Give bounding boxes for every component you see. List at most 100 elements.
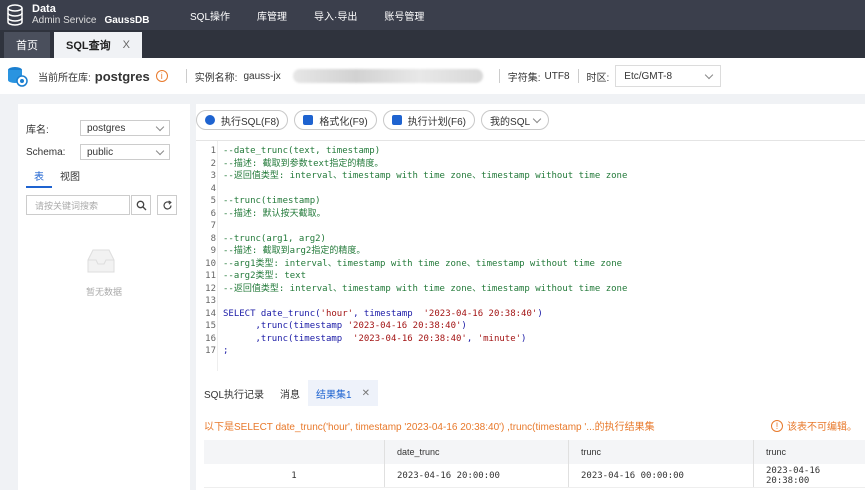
tab-messages[interactable]: 消息 bbox=[272, 380, 308, 406]
refresh-button[interactable] bbox=[157, 195, 177, 215]
code-token: ; bbox=[223, 346, 229, 356]
code-token: ,trunc(timestamp bbox=[223, 321, 348, 331]
line-number: 1 bbox=[210, 146, 216, 156]
object-tabs: 表 视图 bbox=[26, 168, 88, 188]
code-text: --描述: 截取到参数text指定的精度。 bbox=[223, 158, 383, 170]
code-text: --trunc(timestamp) bbox=[223, 195, 321, 207]
info-warning-icon[interactable]: i bbox=[155, 70, 168, 82]
nav-import-export[interactable]: 导入·导出 bbox=[314, 8, 357, 23]
tab-close-icon[interactable]: X bbox=[123, 39, 130, 51]
connection-info-bar: 当前所在库: postgres i 实例名称: gauss-jx 字符集: UT… bbox=[0, 58, 865, 94]
refresh-icon bbox=[162, 199, 172, 209]
line-number: 13 bbox=[205, 296, 216, 306]
readonly-notice: ! 该表不可编辑。 bbox=[771, 418, 857, 433]
execute-sql-label: 执行SQL(F8) bbox=[221, 116, 280, 128]
sql-editor[interactable]: 1 --date_trunc(text, timestamp) 2 --描述: 截取到… bbox=[196, 140, 865, 371]
tab-home-label: 首页 bbox=[16, 40, 38, 52]
line-number: 6 bbox=[210, 208, 216, 219]
db-select-value: postgres bbox=[87, 122, 126, 134]
code-text: --arg2类型: text bbox=[223, 270, 306, 282]
line-number: 15 bbox=[205, 321, 216, 331]
result-tabs: SQL执行记录 消息 结果集1 ✕ bbox=[196, 380, 378, 406]
current-db-label: 当前所在库: bbox=[38, 72, 91, 84]
line-number: 9 bbox=[210, 246, 216, 256]
code-token: SELECT bbox=[223, 308, 256, 319]
divider bbox=[185, 69, 187, 83]
schema-select[interactable]: public bbox=[80, 144, 170, 160]
cell-trunc-2[interactable]: 2023-04-16 20:38:00 bbox=[753, 464, 865, 487]
tab-sql-history[interactable]: SQL执行记录 bbox=[196, 380, 272, 406]
instance-name: gauss-jx bbox=[243, 70, 281, 82]
line-number: 17 bbox=[205, 346, 216, 356]
table-header: date_trunc trunc trunc bbox=[204, 440, 865, 464]
header-trunc[interactable]: trunc bbox=[568, 440, 753, 464]
tab-tables[interactable]: 表 bbox=[26, 168, 52, 188]
tab-sql-query-label: SQL查询 bbox=[66, 40, 111, 52]
code-text: --trunc(arg1, arg2) bbox=[223, 233, 326, 245]
code-text: --arg1类型: interval、timestamp with time z… bbox=[223, 258, 622, 270]
empty-inbox-icon bbox=[87, 249, 115, 273]
code-token: ) bbox=[521, 333, 527, 344]
readonly-text: 该表不可编辑。 bbox=[787, 422, 857, 433]
tab-messages-label: 消息 bbox=[280, 389, 301, 401]
object-search-input[interactable]: 请按关键词搜索 bbox=[26, 195, 130, 215]
db-select-row: 库名: postgres bbox=[26, 120, 170, 136]
execute-sql-button[interactable]: 执行SQL(F8) bbox=[196, 110, 289, 130]
code-text: SELECT date_trunc('hour', timestamp '202… bbox=[223, 308, 543, 320]
chevron-down-icon bbox=[155, 122, 165, 131]
cell-trunc[interactable]: 2023-04-16 00:00:00 bbox=[568, 464, 753, 487]
result-table: date_trunc trunc trunc 1 2023-04-16 20:0… bbox=[204, 440, 865, 488]
code-token: --描述: 截取到arg2指定的精度。 bbox=[223, 246, 366, 256]
execution-plan-button[interactable]: 执行计划(F6) bbox=[382, 110, 476, 130]
code-token: --描述: 截取到参数text指定的精度。 bbox=[223, 158, 384, 169]
tab-result-set[interactable]: 结果集1 ✕ bbox=[308, 380, 378, 406]
code-text: --描述: 默认按天截取。 bbox=[223, 208, 326, 220]
search-button[interactable] bbox=[131, 195, 151, 215]
my-sql-dropdown[interactable]: 我的SQL bbox=[481, 110, 550, 130]
code-token: ) bbox=[461, 321, 467, 331]
top-bar: Data Admin Service GaussDB SQL操作 库管理 导入·… bbox=[0, 0, 865, 30]
db-select[interactable]: postgres bbox=[80, 120, 170, 136]
nav-db-manage[interactable]: 库管理 bbox=[257, 8, 287, 23]
close-icon[interactable]: ✕ bbox=[362, 388, 370, 399]
code-text: --描述: 截取到arg2指定的精度。 bbox=[223, 245, 365, 257]
database-logo-icon bbox=[7, 4, 23, 26]
cell-date-trunc[interactable]: 2023-04-16 20:00:00 bbox=[384, 464, 568, 487]
current-db-name: postgres bbox=[94, 68, 150, 84]
object-browser: 库名: postgres Schema: public 表 视图 请按关键词搜索… bbox=[18, 104, 190, 490]
tab-home[interactable]: 首页 bbox=[4, 32, 50, 58]
header-date-trunc[interactable]: date_trunc bbox=[384, 440, 568, 464]
code-text: ; bbox=[223, 345, 228, 357]
tab-sql-query[interactable]: SQL查询 X bbox=[54, 32, 142, 58]
top-nav: SQL操作 库管理 导入·导出 账号管理 bbox=[190, 8, 451, 23]
nav-sql-ops[interactable]: SQL操作 bbox=[190, 8, 230, 23]
timezone-label: 时区: bbox=[586, 72, 610, 84]
code-token: ,trunc(timestamp bbox=[223, 333, 354, 344]
nav-account-manage[interactable]: 账号管理 bbox=[384, 8, 424, 23]
code-text: --date_trunc(text, timestamp) bbox=[223, 145, 380, 157]
app-logo[interactable]: Data Admin Service GaussDB bbox=[0, 4, 190, 26]
code-token: --描述: 默认按天截取。 bbox=[223, 208, 326, 219]
code-text: ,trunc(timestamp '2023-04-16 20:38:40') bbox=[223, 320, 467, 332]
timezone-select[interactable]: Etc/GMT-8 bbox=[615, 65, 722, 87]
chevron-down-icon bbox=[532, 114, 542, 123]
schema-select-row: Schema: public bbox=[26, 144, 170, 160]
line-number: 7 bbox=[210, 221, 216, 231]
schema-label: Schema: bbox=[26, 146, 66, 158]
code-token: '2023-04-16 20:38:40' bbox=[423, 308, 538, 319]
row-index: 1 bbox=[291, 470, 297, 481]
table-row[interactable]: 1 2023-04-16 20:00:00 2023-04-16 00:00:0… bbox=[204, 464, 865, 488]
line-number: 12 bbox=[205, 283, 216, 294]
format-button[interactable]: 格式化(F9) bbox=[294, 110, 377, 130]
line-number: 3 bbox=[210, 171, 216, 181]
my-sql-label: 我的SQL bbox=[490, 116, 531, 128]
chevron-down-icon bbox=[705, 70, 714, 79]
database-icon bbox=[8, 67, 28, 87]
code-token: 'minute' bbox=[477, 333, 522, 344]
header-trunc-2[interactable]: trunc bbox=[753, 440, 865, 464]
charset-label: 字符集: bbox=[507, 72, 541, 84]
code-token: --返回值类型: interval、timestamp with time zo… bbox=[223, 171, 628, 181]
line-number: 10 bbox=[205, 258, 216, 269]
tab-views[interactable]: 视图 bbox=[52, 168, 88, 188]
code-token: --arg1类型: interval、timestamp with time z… bbox=[223, 258, 623, 269]
